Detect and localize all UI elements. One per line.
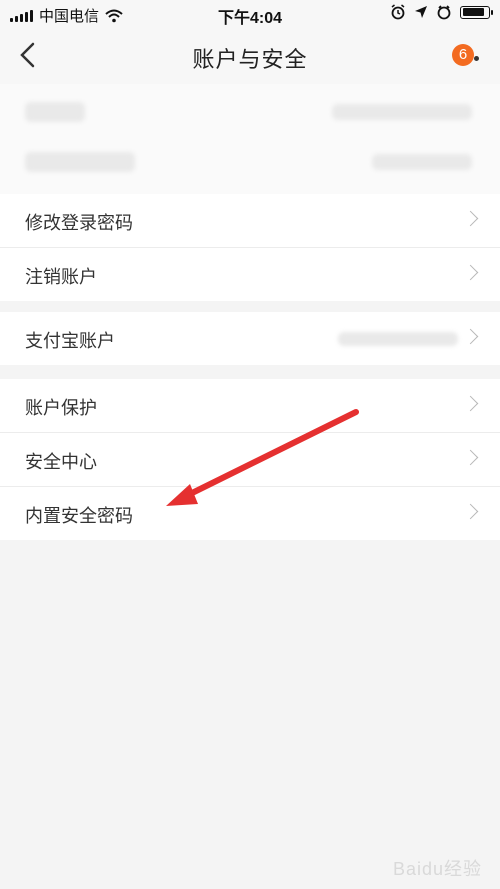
watermark: Baidu经验 bbox=[392, 859, 482, 879]
annotation-arrow-icon bbox=[166, 409, 359, 506]
